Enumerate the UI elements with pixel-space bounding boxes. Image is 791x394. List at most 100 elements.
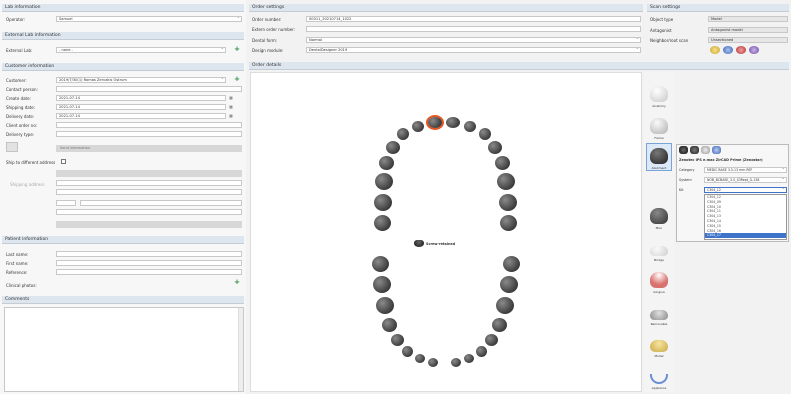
- tooth-lower-47[interactable]: [373, 276, 391, 293]
- tooth-lower-37[interactable]: [500, 276, 518, 293]
- first-name-label: First name:: [6, 261, 29, 266]
- delivery-type-field[interactable]: [56, 131, 242, 137]
- kit-label: Kit: [679, 188, 684, 192]
- tooth-upper-18[interactable]: [374, 215, 391, 231]
- tool-misc-button[interactable]: Misc: [647, 202, 671, 230]
- shipping-address-field-2[interactable]: [56, 189, 242, 195]
- tooth-upper-11[interactable]: [428, 117, 442, 128]
- design-module-select[interactable]: DentalDesigner 2019: [306, 47, 641, 53]
- scan-material-icons[interactable]: [710, 46, 786, 56]
- delivery-date-calendar-icon[interactable]: ▦: [228, 113, 234, 119]
- abutment-type-1-icon[interactable]: [679, 146, 688, 154]
- tooth-upper-23[interactable]: [479, 128, 491, 140]
- tooth-lower-38[interactable]: [503, 256, 520, 272]
- tooth-upper-26[interactable]: [497, 173, 515, 190]
- abutment-type-3-icon[interactable]: [701, 146, 710, 154]
- comments-textarea[interactable]: [4, 307, 244, 392]
- tooth-upper-24[interactable]: [488, 141, 502, 154]
- operator-select[interactable]: Samuel: [56, 16, 242, 22]
- tool-model-button[interactable]: Model: [647, 330, 671, 358]
- shipping-city-field[interactable]: [80, 200, 242, 206]
- external-lab-select[interactable]: - none -: [56, 47, 226, 53]
- tooth-lower-44[interactable]: [391, 334, 404, 346]
- shipping-date-label: Shipping date:: [6, 105, 36, 110]
- system-select[interactable]: NOB_BCBASE_3.5_S3Rept_G-138: [704, 177, 787, 183]
- tooth-upper-12[interactable]: [412, 121, 424, 132]
- tooth-lower-32[interactable]: [464, 354, 474, 363]
- material-blue-icon[interactable]: [723, 46, 733, 54]
- external-lab-label: External Lab:: [6, 48, 33, 53]
- shipping-date-calendar-icon[interactable]: ▦: [228, 104, 234, 110]
- shipping-zip-field[interactable]: [56, 200, 76, 206]
- create-date-field[interactable]: 2021-07-14: [56, 95, 226, 101]
- neighbor-scan-field[interactable]: Unsectioned: [708, 37, 788, 43]
- tooth-lower-43[interactable]: [402, 346, 413, 357]
- first-name-field[interactable]: [56, 260, 242, 266]
- implant-icon[interactable]: [414, 240, 424, 247]
- tool-bridge-button[interactable]: Bridge: [647, 234, 671, 262]
- dental-form-select[interactable]: Normal: [306, 37, 641, 43]
- extern-order-field[interactable]: [306, 26, 641, 32]
- tooth-lower-35[interactable]: [492, 318, 507, 332]
- material-yellow-icon[interactable]: [710, 46, 720, 54]
- contact-field[interactable]: [56, 86, 242, 92]
- antagonist-field[interactable]: Antagonist model: [708, 27, 788, 33]
- shipping-date-field[interactable]: 2021-07-14: [56, 104, 226, 110]
- tooth-lower-34[interactable]: [485, 334, 498, 346]
- tooth-upper-14[interactable]: [386, 141, 400, 154]
- comments-scrollbar[interactable]: [238, 308, 243, 391]
- tool-anatomy-button[interactable]: Anatomy: [647, 80, 671, 108]
- abutment-material-title: Zenotec IPS e.max ZirCAD Prime (Zenostar…: [679, 158, 763, 162]
- customer-select[interactable]: 2019/7/30(1) Romas Zervakis Ostrum: [56, 77, 226, 83]
- tooth-upper-21[interactable]: [446, 117, 460, 128]
- reference-field[interactable]: [56, 269, 242, 275]
- tooth-upper-17[interactable]: [374, 194, 392, 211]
- send-information-button[interactable]: Send information: [56, 145, 242, 152]
- shipping-address-field-1[interactable]: [56, 180, 242, 186]
- tooth-lower-31[interactable]: [451, 358, 461, 367]
- add-external-lab-icon[interactable]: +: [234, 46, 240, 53]
- delivery-date-label: Delivery date:: [6, 114, 35, 119]
- category-select[interactable]: MEDIC BASE 3.5-13 mm REF: [704, 167, 787, 173]
- tooth-lower-45[interactable]: [382, 318, 397, 332]
- abutment-type-2-icon[interactable]: [690, 146, 699, 154]
- add-customer-icon[interactable]: +: [234, 76, 240, 83]
- tooth-upper-27[interactable]: [499, 194, 517, 211]
- tooth-lower-33[interactable]: [476, 346, 487, 357]
- system-label: System: [679, 178, 692, 182]
- tool-frame-button[interactable]: Frame: [647, 112, 671, 140]
- tooth-upper-25[interactable]: [495, 156, 510, 170]
- shipping-country-field[interactable]: [56, 209, 242, 215]
- tooth-lower-41[interactable]: [428, 358, 438, 367]
- tooth-lower-42[interactable]: [415, 354, 425, 363]
- add-clinical-photo-icon[interactable]: +: [234, 279, 240, 286]
- object-type-field[interactable]: Model: [708, 16, 788, 22]
- tooth-upper-16[interactable]: [375, 173, 393, 190]
- tool-appliance-button[interactable]: Appliance: [647, 362, 671, 390]
- tooth-upper-28[interactable]: [500, 215, 517, 231]
- last-name-field[interactable]: [56, 251, 242, 257]
- abutment-icon: [650, 148, 668, 164]
- model-icon: [650, 340, 668, 352]
- tool-abutment-button[interactable]: Abutment: [646, 143, 672, 171]
- client-order-field[interactable]: [56, 122, 242, 128]
- tooth-upper-15[interactable]: [379, 156, 394, 170]
- abutment-type-4-icon[interactable]: [712, 146, 721, 154]
- kit-dropdown-list[interactable]: C304_12 C304_09 C304_10 C304_11 C304_13 …: [704, 194, 787, 240]
- kit-option-selected[interactable]: C304_17: [705, 233, 786, 239]
- tool-gingiva-button[interactable]: Gingiva: [647, 266, 671, 294]
- ship-different-checkbox[interactable]: [61, 159, 66, 164]
- material-purple-icon[interactable]: [749, 46, 759, 54]
- delivery-type-button[interactable]: [6, 142, 18, 152]
- order-number-field[interactable]: 00011_20210714_1022: [306, 16, 641, 22]
- delivery-date-field[interactable]: 2021-07-14: [56, 113, 226, 119]
- tooth-lower-46[interactable]: [376, 297, 394, 314]
- tooth-upper-13[interactable]: [397, 128, 409, 140]
- material-red-icon[interactable]: [736, 46, 746, 54]
- tooth-lower-48[interactable]: [372, 256, 389, 272]
- tooth-upper-22[interactable]: [464, 121, 476, 132]
- tooth-lower-36[interactable]: [496, 297, 514, 314]
- create-date-calendar-icon[interactable]: ▦: [228, 95, 234, 101]
- tool-removable-button[interactable]: Removable: [647, 298, 671, 326]
- kit-select[interactable]: C304_12: [704, 187, 787, 193]
